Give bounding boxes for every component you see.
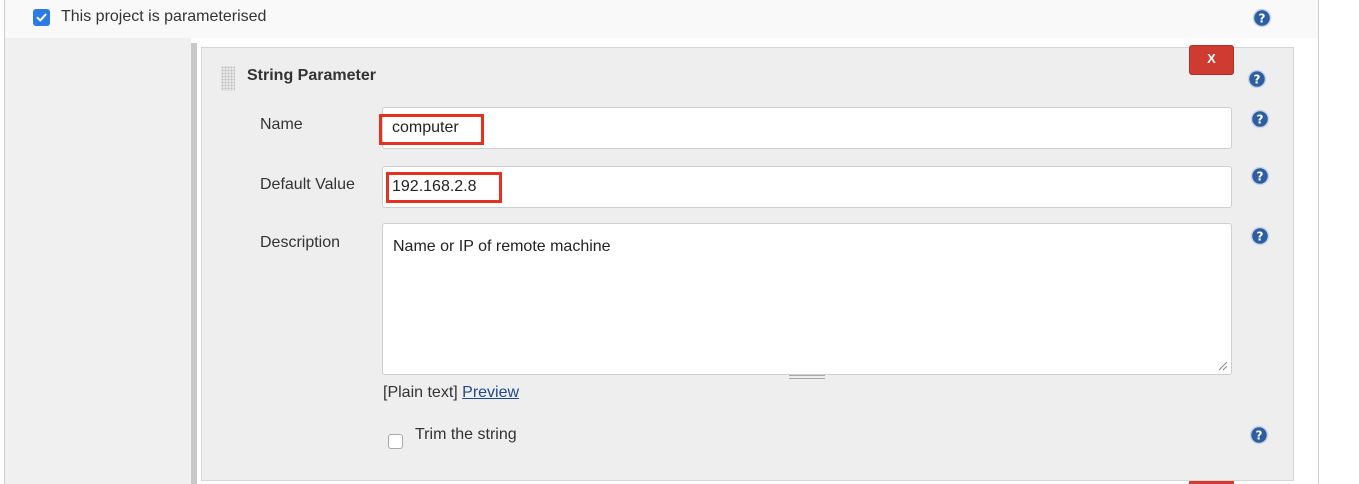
section-border-right [1318,0,1319,484]
parameterised-checkbox[interactable] [33,9,50,26]
panel-title: String Parameter [247,67,376,84]
markup-note: [Plain text] Preview [383,384,519,402]
description-label: Description [260,234,341,251]
help-icon[interactable]: ? [1250,109,1270,129]
default-value-text: 192.168.2.8 [392,178,477,195]
svg-text:?: ? [1259,12,1266,26]
delete-parameter-button[interactable]: X [1189,45,1234,75]
checkmark-icon [36,13,47,22]
help-icon[interactable]: ? [1249,425,1269,445]
help-icon[interactable]: ? [1252,8,1272,28]
indent-area [5,38,191,484]
trim-checkbox[interactable] [388,434,403,449]
default-value-input[interactable] [382,166,1232,208]
description-value: Name or IP of remote machine [393,238,611,255]
name-input[interactable] [382,107,1232,149]
help-icon[interactable]: ? [1250,226,1270,246]
name-label: Name [260,116,303,133]
drag-handle-icon[interactable] [221,66,235,91]
markup-prefix: [Plain text] [383,384,458,401]
svg-text:?: ? [1254,73,1261,87]
repeatable-handle-bar[interactable] [191,43,197,484]
resize-handle-icon[interactable] [1218,361,1228,371]
trim-label[interactable]: Trim the string [415,426,517,444]
name-value: computer [392,119,459,136]
svg-text:?: ? [1257,230,1264,244]
textarea-grab-bar[interactable] [789,375,825,379]
svg-text:?: ? [1257,170,1264,184]
svg-text:?: ? [1256,429,1263,443]
svg-text:?: ? [1257,113,1264,127]
default-value-label: Default Value [260,176,355,193]
preview-link[interactable]: Preview [462,384,519,401]
help-icon[interactable]: ? [1247,69,1267,89]
parameterised-label[interactable]: This project is parameterised [61,8,266,26]
help-icon[interactable]: ? [1250,166,1270,186]
